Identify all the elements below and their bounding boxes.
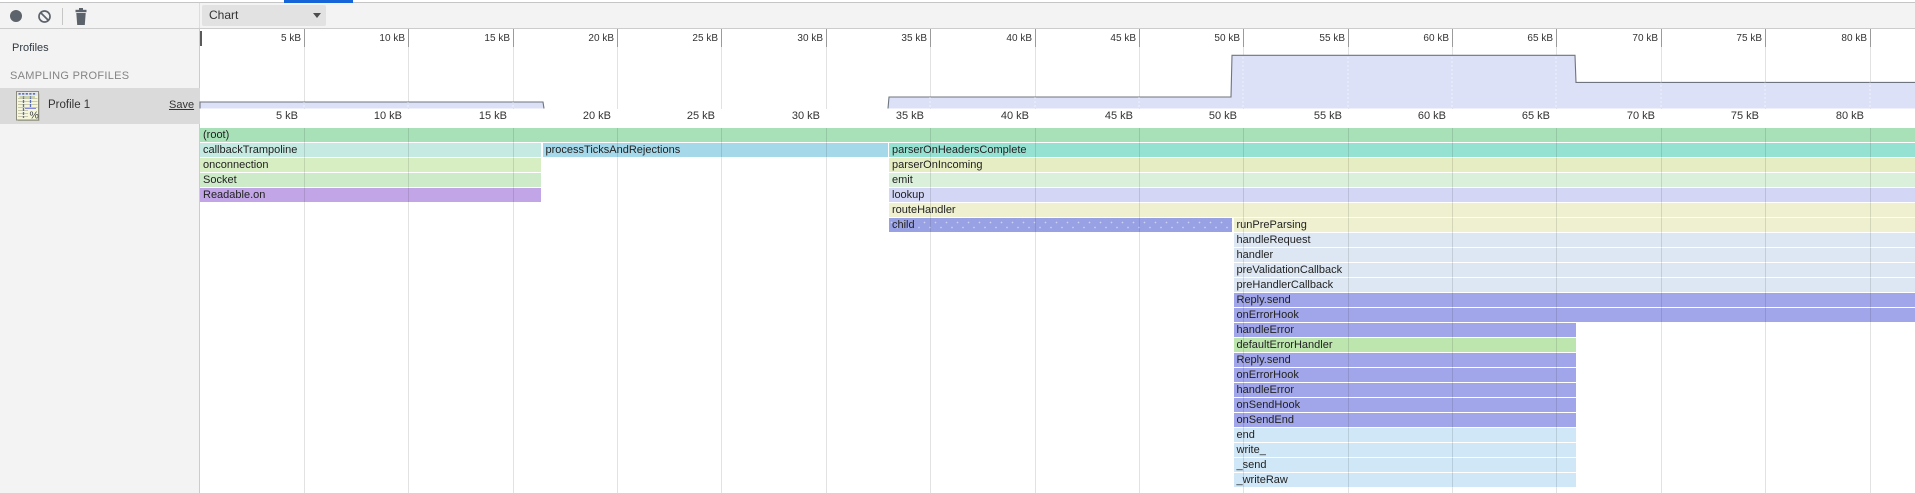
svg-text:%: % xyxy=(30,110,39,122)
